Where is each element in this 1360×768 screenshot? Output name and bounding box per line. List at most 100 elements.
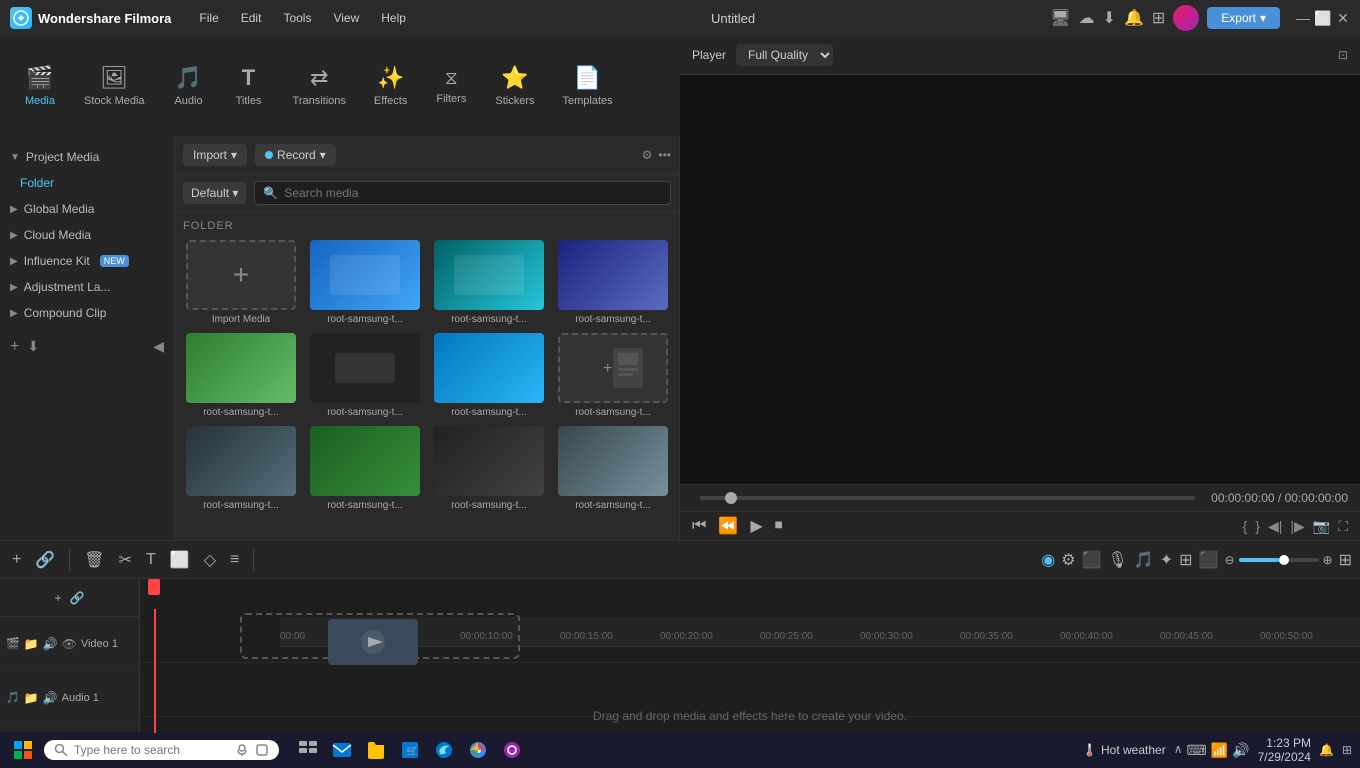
preview-player-tab[interactable]: Player — [692, 48, 726, 62]
tab-effects[interactable]: ✨ Effects — [360, 57, 421, 115]
ai-icon[interactable]: ✦ — [1160, 550, 1173, 570]
menu-tools[interactable]: Tools — [273, 7, 321, 29]
prev-frame-icon[interactable]: ◀| — [1268, 518, 1282, 535]
add-track-row[interactable]: + 🔗 — [0, 579, 139, 617]
tray-up-arrow[interactable]: ∧ — [1174, 742, 1183, 759]
task-view-icon[interactable] — [295, 737, 321, 763]
files-app-icon[interactable] — [363, 737, 389, 763]
media-block[interactable] — [328, 619, 418, 665]
zoom-in-icon[interactable]: ⊕ — [1323, 553, 1333, 567]
tray-keyboard-icon[interactable]: ⌨ — [1187, 742, 1207, 759]
edge-app-icon[interactable] — [431, 737, 457, 763]
tab-filters[interactable]: ⧖ Filters — [421, 60, 481, 113]
menu-edit[interactable]: Edit — [231, 7, 272, 29]
tab-templates[interactable]: 📄 Templates — [548, 57, 626, 115]
chrome-app-icon[interactable] — [465, 737, 491, 763]
go-start-button[interactable]: ⏮ — [692, 517, 706, 535]
section-global-media[interactable]: ▶ Global Media — [0, 196, 174, 222]
import-button[interactable]: Import ▾ — [183, 144, 247, 166]
tray-volume-icon[interactable]: 🔊 — [1232, 742, 1249, 759]
filter-icon[interactable]: ⚙ — [642, 148, 653, 162]
tab-stock-media[interactable]: 🖼 Stock Media — [70, 57, 159, 115]
tab-media[interactable]: 🎬 Media — [10, 57, 70, 115]
fullscreen-icon[interactable]: ⛶ — [1338, 518, 1348, 535]
stop-button[interactable]: ⏹ — [775, 517, 783, 535]
preview-scrubber[interactable] — [700, 496, 1195, 500]
list-item[interactable]: root-samsung-t... — [307, 426, 423, 511]
list-item[interactable]: root-samsung-t... — [431, 240, 547, 325]
next-frame-icon[interactable]: |▶ — [1290, 518, 1304, 535]
menu-view[interactable]: View — [323, 7, 369, 29]
start-button[interactable] — [8, 735, 38, 765]
snapshot-icon[interactable]: 📷 — [1313, 518, 1330, 535]
system-clock[interactable]: 1:23 PM 7/29/2024 — [1258, 736, 1311, 764]
audio-track-folder-icon[interactable]: 📁 — [24, 691, 39, 705]
playhead-handle[interactable] — [148, 579, 160, 595]
profile-avatar[interactable] — [1173, 5, 1199, 31]
track-mute-icon[interactable]: 🔊 — [43, 637, 58, 651]
mail-app-icon[interactable] — [329, 737, 355, 763]
preview-expand-icon[interactable]: ⊡ — [1338, 48, 1348, 62]
section-cloud-media[interactable]: ▶ Cloud Media — [0, 222, 174, 248]
delete-button[interactable]: 🗑 — [80, 546, 108, 574]
crop-button[interactable]: ⬜ — [166, 546, 194, 574]
minimize-button[interactable]: — — [1296, 11, 1310, 25]
list-item[interactable]: root-samsung-t... — [183, 426, 299, 511]
audio-track-icon[interactable]: 🎵 — [1134, 550, 1154, 570]
mark-in-icon[interactable]: { — [1243, 518, 1248, 535]
zoom-out-icon[interactable]: ⊖ — [1224, 553, 1234, 567]
close-button[interactable]: ✕ — [1336, 11, 1350, 25]
section-adjustment-layer[interactable]: ▶ Adjustment La... — [0, 274, 174, 300]
audio-mixer-button[interactable]: ≡ — [226, 547, 243, 573]
quality-select[interactable]: Full Quality — [736, 44, 833, 66]
section-compound-clip[interactable]: ▶ Compound Clip — [0, 300, 174, 326]
cut-button[interactable]: ✂ — [115, 546, 136, 574]
snap-icon[interactable]: ⚙ — [1061, 550, 1075, 570]
play-button[interactable]: ▶ — [750, 516, 762, 536]
grid-view-icon[interactable]: ⊞ — [1339, 550, 1352, 570]
list-item[interactable]: root-samsung-t... — [555, 426, 671, 511]
track-visible-icon[interactable]: 👁 — [62, 637, 77, 651]
add-track-button[interactable]: + — [8, 547, 25, 573]
search-input[interactable] — [284, 186, 662, 200]
list-item[interactable]: + root-samsung-t... — [555, 333, 671, 418]
step-back-button[interactable]: ⏪ — [718, 516, 738, 536]
link-tracks-button[interactable]: 🔗 — [31, 546, 59, 574]
more-icon[interactable]: ••• — [658, 148, 671, 162]
taskbar-search-input[interactable] — [74, 743, 229, 757]
search-box[interactable]: 🔍 — [254, 181, 671, 205]
section-influence-kit[interactable]: ▶ Influence Kit NEW — [0, 248, 174, 274]
tab-titles[interactable]: T Titles — [219, 57, 279, 115]
import-media-thumb[interactable]: + — [186, 240, 296, 310]
tab-audio[interactable]: 🎵 Audio — [159, 57, 219, 115]
text-button[interactable]: T — [142, 547, 160, 573]
track-lock-icon[interactable]: 📁 — [24, 637, 39, 651]
store-app-icon[interactable]: 🛒 — [397, 737, 423, 763]
tab-stickers[interactable]: ⭐ Stickers — [481, 57, 548, 115]
import-button[interactable]: ⬇ — [27, 338, 39, 356]
zoom-track[interactable] — [1239, 558, 1319, 562]
tab-transitions[interactable]: ⇄ Transitions — [279, 57, 360, 115]
list-item[interactable]: root-samsung-t... — [307, 333, 423, 418]
motion-icon[interactable]: ◉ — [1041, 550, 1055, 570]
collapse-panel-button[interactable]: ◀ — [153, 338, 164, 356]
list-item[interactable]: root-samsung-t... — [431, 333, 547, 418]
folder-item[interactable]: Folder — [0, 170, 174, 196]
audio-track-mute-icon[interactable]: 🔊 — [43, 691, 58, 705]
marker-icon[interactable]: ⬛ — [1082, 550, 1102, 570]
taskbar-search[interactable] — [44, 740, 279, 760]
menu-file[interactable]: File — [189, 7, 228, 29]
sort-dropdown[interactable]: Default ▾ — [183, 182, 246, 204]
record-button[interactable]: Record ▾ — [255, 144, 336, 166]
filmora-app-icon[interactable] — [499, 737, 525, 763]
add-folder-button[interactable]: + — [10, 338, 19, 356]
section-project-media[interactable]: ▼ Project Media — [0, 144, 174, 170]
drop-zone[interactable] — [240, 613, 520, 659]
taskbar-expand-icon[interactable]: ⊞ — [1342, 743, 1352, 757]
export-button[interactable]: Export ▾ — [1207, 7, 1280, 29]
tray-wifi-icon[interactable]: 📶 — [1211, 742, 1228, 759]
menu-help[interactable]: Help — [371, 7, 416, 29]
mark-out-icon[interactable]: } — [1255, 518, 1260, 535]
maximize-button[interactable]: ⬜ — [1316, 11, 1330, 25]
import-media-item[interactable]: + Import Media — [183, 240, 299, 325]
